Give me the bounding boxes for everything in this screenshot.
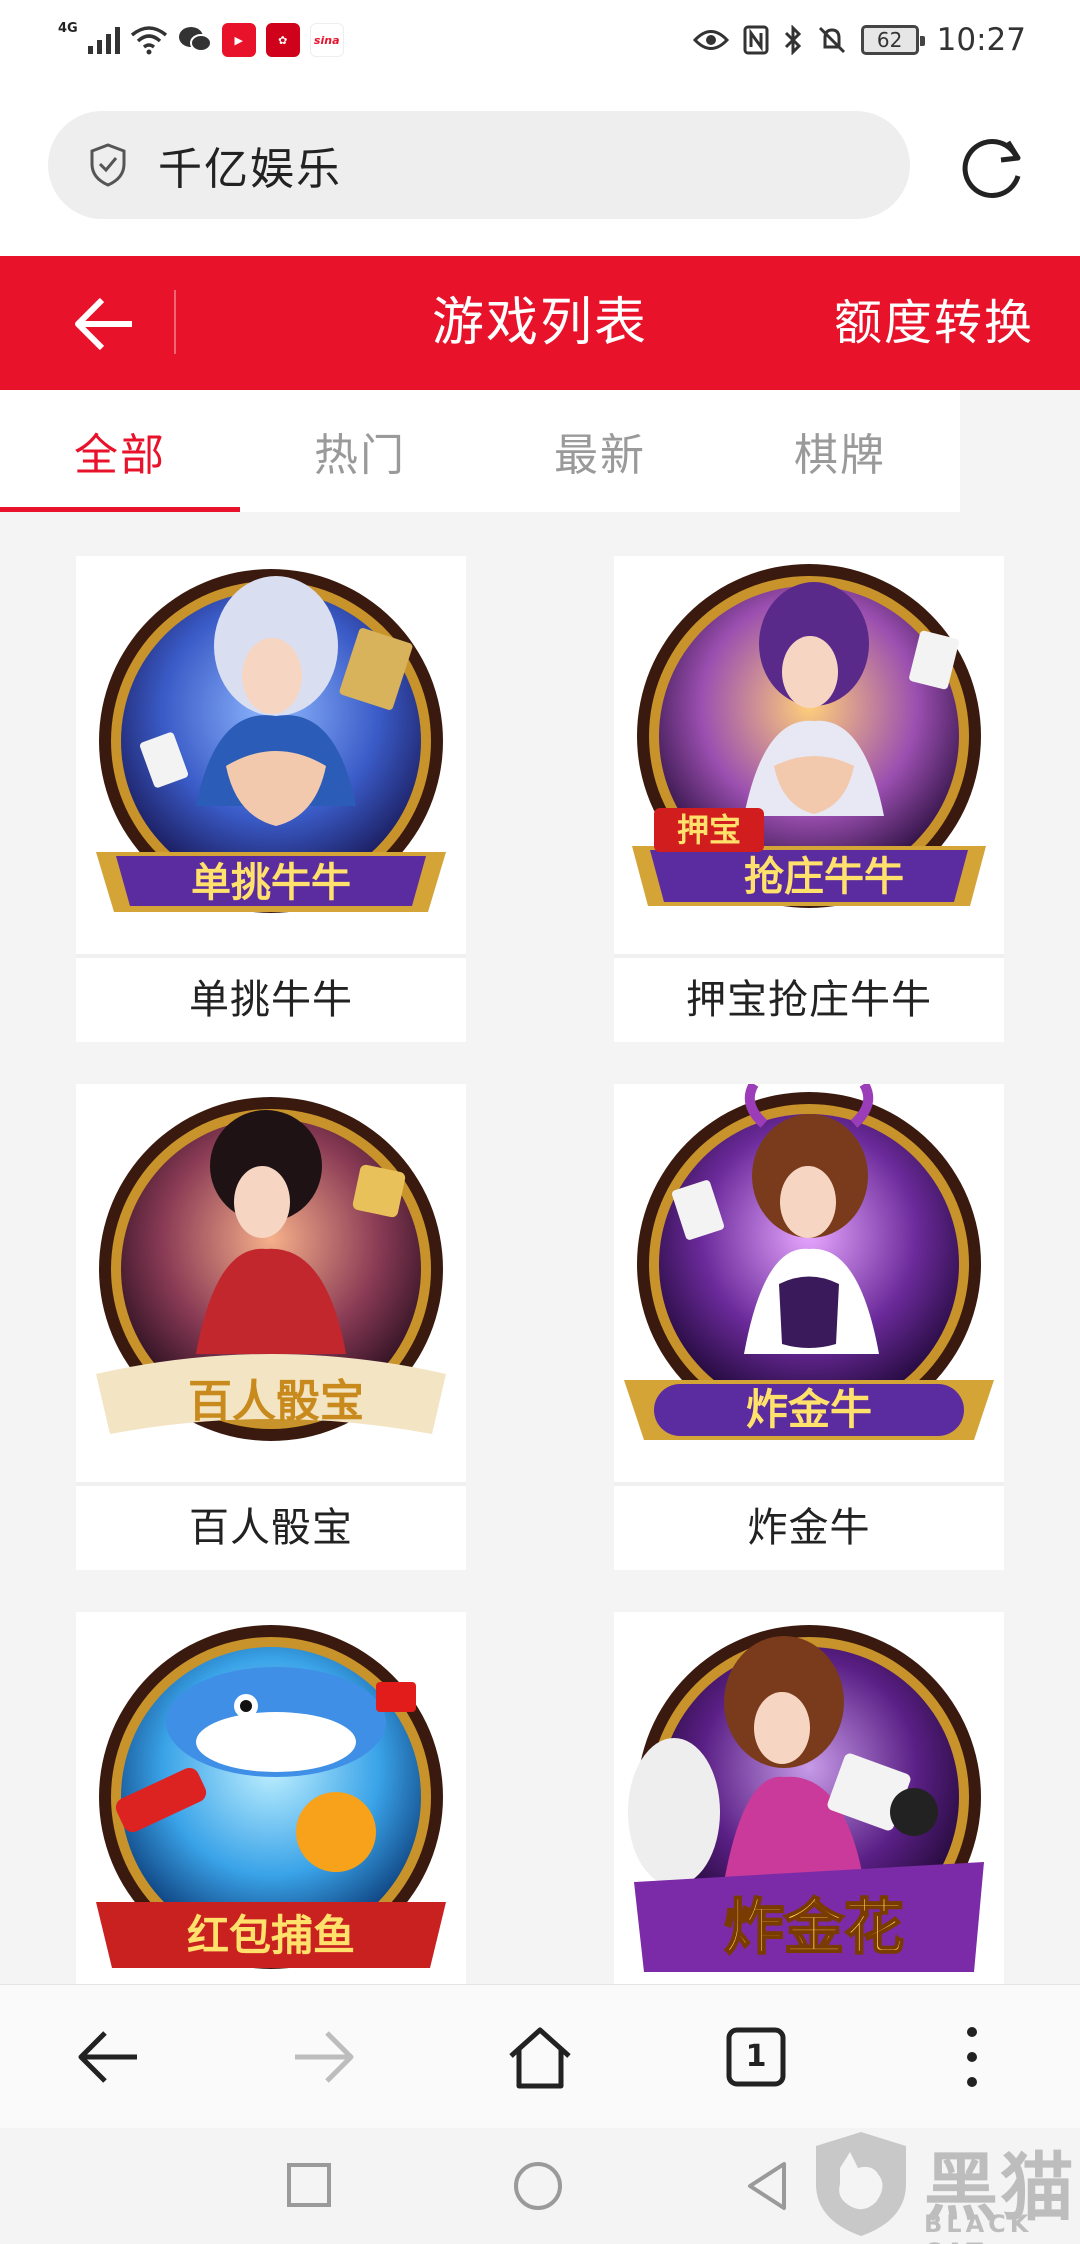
game-card-bairen-shaibao[interactable]: 百人骰宝 百人骰宝 — [76, 1084, 466, 1570]
address-bar: 千亿娱乐 — [0, 80, 1080, 256]
banner-text: 抢庄牛牛 — [744, 854, 904, 900]
status-right: 62 10:27 — [692, 22, 1026, 58]
battery-level: 62 — [876, 28, 903, 52]
tab-count: 1 — [745, 2039, 767, 2074]
browser-menu-button[interactable] — [936, 2021, 1008, 2093]
wifi-icon — [130, 26, 167, 55]
video-app-icon: ▶ — [221, 23, 256, 57]
url-field[interactable]: 千亿娱乐 — [48, 111, 910, 219]
reload-icon[interactable] — [958, 132, 1028, 202]
tab-all[interactable]: 全部 — [0, 390, 240, 512]
nfc-icon — [743, 25, 769, 55]
more-vertical-icon — [967, 2027, 977, 2087]
browser-tabs-button[interactable]: 1 — [720, 2021, 792, 2093]
credit-transfer-button[interactable]: 额度转换 — [834, 256, 1034, 390]
url-text: 千亿娱乐 — [158, 144, 342, 195]
game-name: 百人骰宝 — [189, 1505, 353, 1551]
clock: 10:27 — [936, 22, 1026, 58]
arrow-left-icon — [78, 2031, 137, 2083]
watermark-subtext: BLACK CAT — [924, 2210, 1033, 2244]
sina-app-icon: sina — [309, 23, 344, 57]
game-name: 押宝抢庄牛牛 — [686, 977, 932, 1023]
game-card-yabao-qiangzhuang-niuniu[interactable]: 押宝 抢庄牛牛 押宝抢庄牛牛 — [614, 556, 1004, 1042]
home-icon — [509, 2027, 571, 2089]
game-card-zhajinniu[interactable]: 炸金牛 炸金牛 — [614, 1084, 1004, 1570]
game-thumbnail: 炸金花 — [614, 1612, 1004, 2010]
browser-home-button[interactable] — [504, 2021, 576, 2093]
browser-toolbar: 1 — [0, 1984, 1080, 2128]
shield-icon — [90, 143, 126, 187]
tab-card-games[interactable]: 棋牌 — [720, 390, 960, 512]
game-name: 单挑牛牛 — [189, 977, 353, 1023]
banner-text: 百人骰宝 — [188, 1376, 364, 1427]
eye-icon — [692, 30, 729, 50]
arrow-right-icon — [295, 2031, 354, 2083]
game-thumbnail: 单挑牛牛 — [76, 556, 466, 954]
game-thumbnail: 押宝 抢庄牛牛 — [614, 556, 1004, 954]
game-name: 炸金牛 — [747, 1505, 871, 1551]
page-header: 游戏列表 额度转换 — [0, 256, 1080, 390]
banner-tag: 押宝 — [677, 811, 741, 849]
tab-new[interactable]: 最新 — [480, 390, 720, 512]
back-triangle-icon[interactable] — [744, 2160, 790, 2212]
battery-indicator: 62 — [860, 25, 925, 55]
news-app-icon: ✿ — [265, 23, 300, 57]
game-thumbnail: 红包捕鱼 — [76, 1612, 466, 2010]
category-tabs: 全部 热门 最新 棋牌 — [0, 390, 960, 512]
bluetooth-icon — [784, 25, 801, 55]
browser-back-button[interactable] — [72, 2021, 144, 2093]
cat-shield-logo — [816, 2132, 906, 2236]
mute-bell-icon — [818, 26, 845, 54]
recents-icon[interactable] — [286, 2162, 332, 2208]
banner-text: 红包捕鱼 — [187, 1911, 355, 1960]
status-left: 4G ▶ ✿ sina — [58, 20, 344, 57]
banner-text: 炸金花 — [724, 1893, 904, 1963]
game-thumbnail: 炸金牛 — [614, 1084, 1004, 1482]
network-type: 4G — [58, 20, 78, 36]
game-card-dantiao-niuniu[interactable]: 单挑牛牛 单挑牛牛 — [76, 556, 466, 1042]
wechat-icon — [178, 27, 212, 52]
tab-hot[interactable]: 热门 — [240, 390, 480, 512]
browser-forward-button[interactable] — [288, 2021, 360, 2093]
banner-text: 炸金牛 — [746, 1385, 872, 1434]
signal-icon — [87, 26, 120, 54]
game-list-page: 4G ▶ ✿ sina 62 10:27 千亿娱乐 游戏列表 额度转换 全部 热… — [0, 0, 1080, 2244]
game-thumbnail: 百人骰宝 — [76, 1084, 466, 1482]
home-circle-icon[interactable] — [512, 2160, 564, 2212]
banner-text: 单挑牛牛 — [191, 860, 351, 906]
black-cat-watermark: 黑猫 BLACK CAT — [806, 2124, 1080, 2244]
status-bar: 4G ▶ ✿ sina 62 10:27 — [0, 0, 1080, 80]
